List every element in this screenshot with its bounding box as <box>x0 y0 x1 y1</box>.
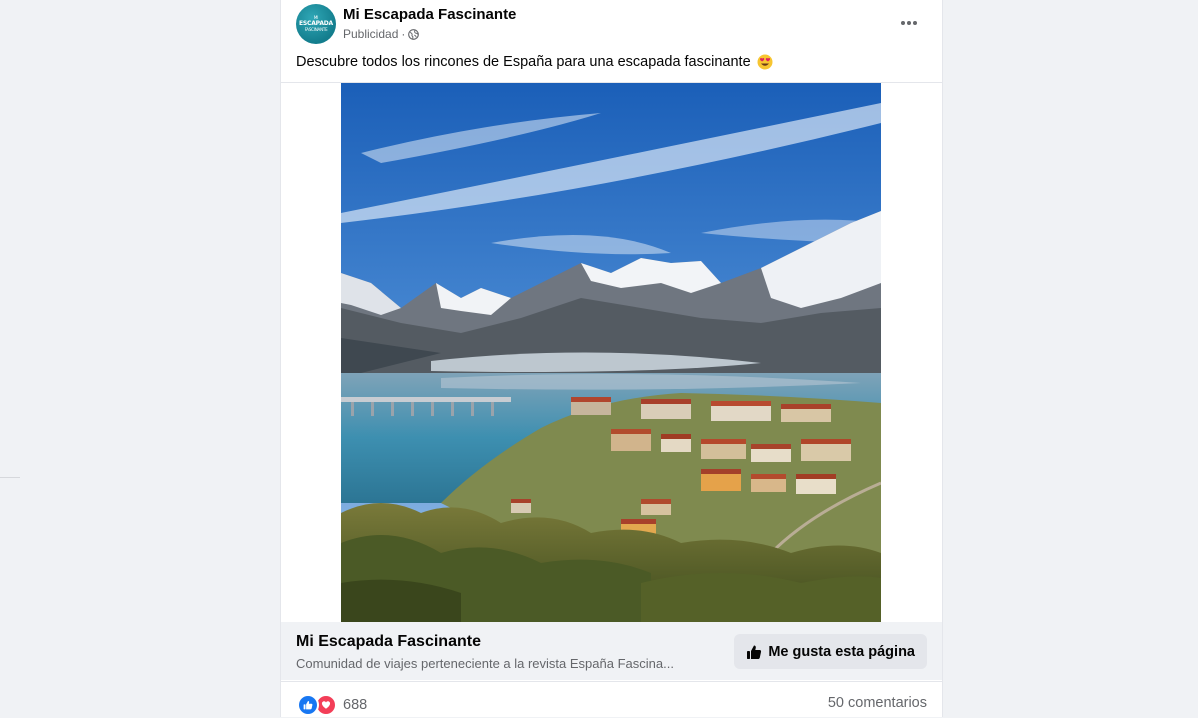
globe-icon[interactable] <box>408 28 420 40</box>
caption-text: Descubre todos los rincones de España pa… <box>296 54 751 70</box>
like-icon <box>297 694 319 716</box>
page-name-link[interactable]: Mi Escapada Fascinante <box>343 6 516 23</box>
landscape-photo-image <box>341 83 881 623</box>
more-options-icon[interactable] <box>894 10 924 36</box>
sponsored-label[interactable]: Publicidad <box>343 27 398 41</box>
post-meta: Publicidad · <box>343 27 420 41</box>
divider <box>0 477 20 478</box>
avatar-text-line: FASCINANTE <box>304 27 328 32</box>
sponsored-post: MI ESCAPADA FASCINANTE Mi Escapada Fasci… <box>280 0 943 717</box>
cta-page-description: Comunidad de viajes perteneciente a la r… <box>296 656 674 671</box>
reaction-count: 688 <box>343 697 368 713</box>
thumbs-up-icon <box>747 645 762 659</box>
post-header: MI ESCAPADA FASCINANTE Mi Escapada Fasci… <box>281 0 942 52</box>
post-media <box>281 82 942 623</box>
dot <box>901 21 905 25</box>
page-avatar[interactable]: MI ESCAPADA FASCINANTE <box>296 4 336 44</box>
meta-separator: · <box>401 27 406 41</box>
cta-page-name[interactable]: Mi Escapada Fascinante <box>296 633 481 651</box>
post-caption: Descubre todos los rincones de España pa… <box>296 54 773 70</box>
dot <box>907 21 911 25</box>
comments-count-link[interactable]: 50 comentarios <box>828 695 927 711</box>
dot <box>913 21 917 25</box>
reaction-summary[interactable]: 688 <box>297 694 367 716</box>
post-footer: 688 50 comentarios <box>281 681 942 718</box>
like-page-label: Me gusta esta página <box>768 643 915 660</box>
page-cta-bar: Mi Escapada Fascinante Comunidad de viaj… <box>281 622 942 680</box>
heart-eyes-emoji-icon <box>757 54 773 70</box>
like-page-button[interactable]: Me gusta esta página <box>734 634 927 669</box>
post-photo[interactable] <box>341 83 881 623</box>
